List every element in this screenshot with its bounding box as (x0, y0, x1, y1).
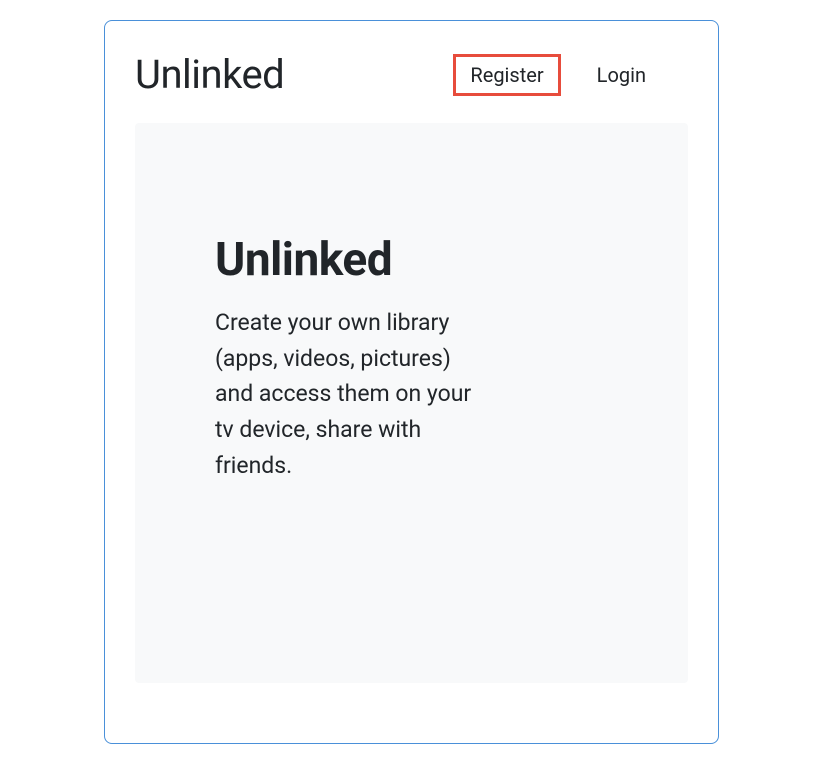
brand-logo[interactable]: Unlinked (135, 51, 284, 98)
register-link[interactable]: Register (453, 54, 560, 96)
header: Unlinked Register Login (135, 51, 688, 98)
nav-links: Register Login (453, 54, 658, 96)
hero-title: Unlinked (215, 233, 608, 287)
main-container: Unlinked Register Login Unlinked Create … (104, 20, 719, 744)
login-link[interactable]: Login (585, 57, 658, 93)
hero-description: Create your own library (apps, videos, p… (215, 305, 485, 483)
hero-section: Unlinked Create your own library (apps, … (135, 123, 688, 683)
